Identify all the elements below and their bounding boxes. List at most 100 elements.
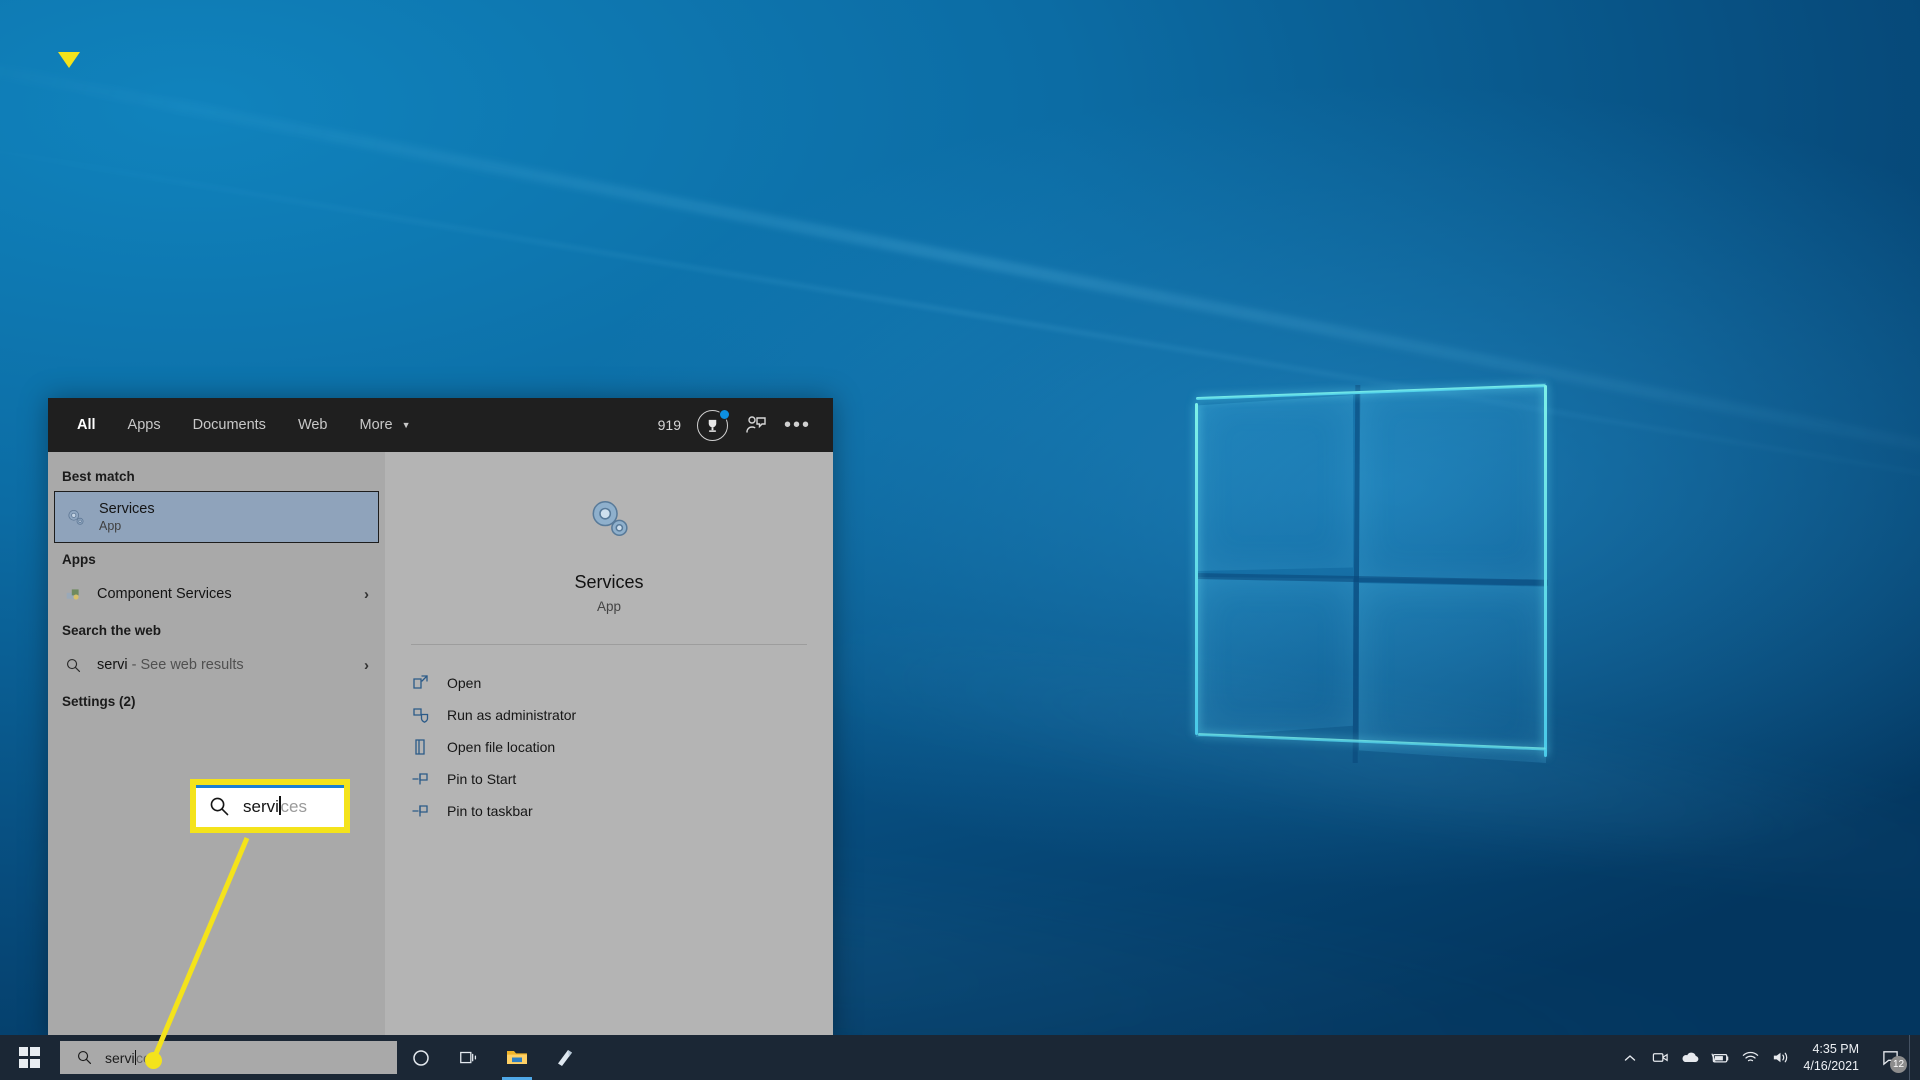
tab-more[interactable]: More ▼ bbox=[349, 411, 422, 439]
folder-location-icon bbox=[415, 739, 425, 755]
result-web-search[interactable]: servi - See web results › bbox=[48, 645, 385, 685]
action-center-button[interactable]: 12 bbox=[1871, 1035, 1909, 1080]
tab-web[interactable]: Web bbox=[287, 411, 339, 439]
tab-all[interactable]: All bbox=[66, 411, 107, 439]
preview-app-title: Services bbox=[574, 572, 644, 592]
tab-documents[interactable]: Documents bbox=[182, 411, 277, 439]
pin-icon bbox=[412, 773, 428, 785]
action-open-label: Open bbox=[447, 675, 482, 691]
group-label-search-the-web: Search the web bbox=[62, 623, 162, 638]
logo-pane bbox=[1196, 395, 1353, 571]
battery-glyph bbox=[1711, 1052, 1729, 1063]
callout-tail bbox=[58, 52, 80, 68]
search-flyout-panel: All Apps Documents Web More ▼ 919 ••• Be… bbox=[48, 398, 833, 1040]
taskbar-typed-text: servi bbox=[105, 1049, 135, 1066]
volume-glyph bbox=[1773, 1052, 1788, 1063]
file-explorer-icon[interactable] bbox=[493, 1035, 541, 1080]
chevron-up-icon[interactable] bbox=[1615, 1035, 1645, 1080]
feedback-person-icon[interactable] bbox=[744, 413, 768, 437]
logo-edge-highlight bbox=[1195, 403, 1198, 735]
group-label-settings: Settings (2) bbox=[62, 694, 136, 709]
logo-mullion bbox=[1352, 384, 1361, 764]
taskbar-clock[interactable]: 4:35 PM 4/16/2021 bbox=[1795, 1041, 1871, 1075]
windows-logo-wallpaper bbox=[1195, 383, 1548, 764]
search-preview-column: Services App Open Run as administrator O… bbox=[385, 452, 833, 1040]
chevron-right-icon[interactable]: › bbox=[364, 657, 375, 674]
wallpaper-light-beam bbox=[760, 605, 1920, 928]
web-search-suffix: - See web results bbox=[127, 656, 244, 673]
logo-mullion bbox=[1195, 573, 1548, 586]
search-icon bbox=[77, 1050, 92, 1065]
rewards-trophy-glyph bbox=[708, 419, 717, 432]
gears-icon bbox=[592, 500, 628, 537]
battery-icon[interactable] bbox=[1705, 1035, 1735, 1080]
logo-edge-highlight bbox=[1544, 385, 1547, 757]
taskbar: services bbox=[0, 1035, 1920, 1080]
show-desktop-button[interactable] bbox=[1909, 1035, 1916, 1080]
search-box-callout[interactable]: services bbox=[190, 779, 350, 833]
best-match-texts: Services App bbox=[99, 500, 155, 534]
chevron-right-icon[interactable]: › bbox=[364, 586, 375, 603]
action-center-badge: 12 bbox=[1890, 1056, 1907, 1073]
chevron-down-icon: ▼ bbox=[401, 420, 411, 431]
gears-icon bbox=[64, 506, 86, 528]
start-button[interactable] bbox=[0, 1035, 58, 1080]
action-pin-taskbar-label: Pin to taskbar bbox=[447, 803, 533, 819]
start-tile bbox=[18, 1047, 28, 1057]
logo-pane bbox=[1196, 577, 1353, 737]
meet-now-camera-icon[interactable] bbox=[1645, 1035, 1675, 1080]
web-search-label: servi - See web results bbox=[97, 656, 244, 674]
shield-run-icon bbox=[413, 708, 429, 723]
pin-icon bbox=[412, 805, 428, 817]
callout-suggested-text: ces bbox=[280, 796, 307, 816]
task-view-icon[interactable] bbox=[445, 1035, 493, 1080]
cortana-glyph bbox=[413, 1049, 429, 1066]
start-tile bbox=[18, 1058, 28, 1068]
group-label-best-match: Best match bbox=[62, 469, 135, 484]
action-pin-start-label: Pin to Start bbox=[447, 771, 517, 787]
meet-now-glyph bbox=[1652, 1053, 1668, 1062]
action-pin-to-start[interactable]: Pin to Start bbox=[411, 763, 833, 795]
chevron-up-glyph bbox=[1625, 1054, 1636, 1061]
header-right-cluster: 919 ••• bbox=[657, 408, 815, 441]
onedrive-glyph bbox=[1682, 1052, 1699, 1062]
system-tray: 4:35 PM 4/16/2021 12 bbox=[1615, 1035, 1920, 1080]
web-search-query: servi bbox=[97, 656, 128, 673]
volume-icon[interactable] bbox=[1765, 1035, 1795, 1080]
action-open-file-location[interactable]: Open file location bbox=[411, 731, 833, 763]
callout-accent-line bbox=[196, 785, 344, 788]
cortana-icon[interactable] bbox=[397, 1035, 445, 1080]
onedrive-cloud-icon[interactable] bbox=[1675, 1035, 1705, 1080]
result-component-services[interactable]: Component Services › bbox=[48, 574, 385, 614]
tab-documents-label: Documents bbox=[192, 417, 266, 433]
preview-app-subtitle: App bbox=[596, 599, 622, 614]
microsoft-rewards-icon[interactable] bbox=[696, 408, 730, 441]
search-icon bbox=[210, 797, 229, 815]
microsoft-store-icon[interactable] bbox=[541, 1035, 589, 1080]
gears-glyph bbox=[67, 509, 84, 525]
tab-apps-label: Apps bbox=[127, 417, 161, 433]
wifi-icon[interactable] bbox=[1735, 1035, 1765, 1080]
logo-edge-highlight bbox=[1197, 733, 1546, 751]
search-glyph bbox=[66, 658, 80, 672]
search-filter-header: All Apps Documents Web More ▼ 919 ••• bbox=[48, 398, 833, 452]
notification-dot bbox=[718, 408, 730, 420]
taskbar-search-input[interactable]: services bbox=[60, 1041, 397, 1074]
microsoft-store-glyph bbox=[558, 1049, 572, 1066]
more-options-icon[interactable]: ••• bbox=[784, 415, 811, 435]
logo-pane bbox=[1359, 583, 1546, 763]
tab-apps[interactable]: Apps bbox=[117, 411, 172, 439]
action-open[interactable]: Open bbox=[411, 667, 833, 699]
open-window-icon bbox=[413, 675, 428, 689]
clock-time: 4:35 PM bbox=[1812, 1041, 1859, 1056]
result-best-match-services[interactable]: Services App bbox=[54, 491, 379, 543]
rewards-points-count: 919 bbox=[657, 417, 681, 433]
windows-start-icon bbox=[18, 1047, 40, 1068]
tab-more-label: More bbox=[359, 417, 393, 433]
callout-typed-text: servi bbox=[243, 796, 279, 816]
wifi-glyph bbox=[1742, 1051, 1759, 1062]
callout-leader-dot bbox=[145, 1052, 162, 1069]
component-services-icon bbox=[62, 583, 84, 605]
action-pin-to-taskbar[interactable]: Pin to taskbar bbox=[411, 795, 833, 827]
action-run-as-administrator[interactable]: Run as administrator bbox=[411, 699, 833, 731]
